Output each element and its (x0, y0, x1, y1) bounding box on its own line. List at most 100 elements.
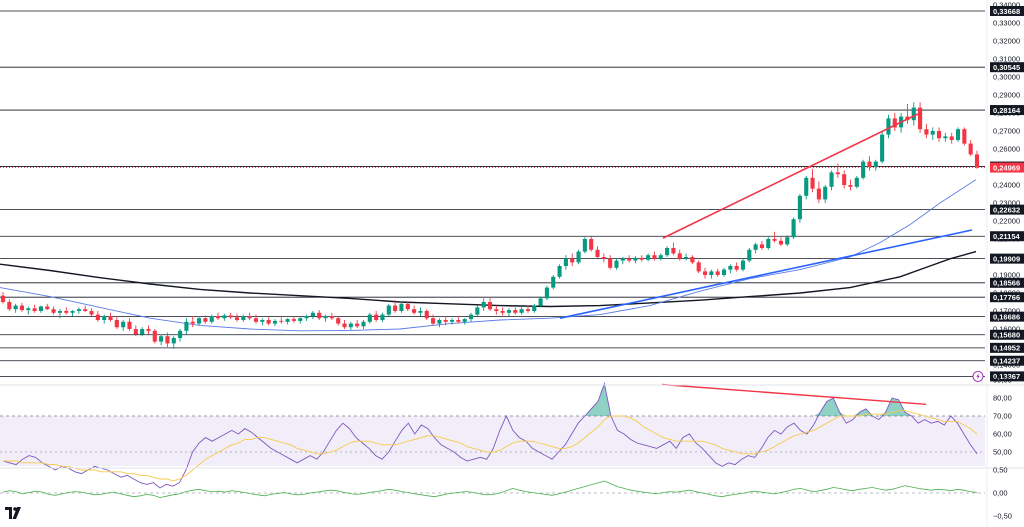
candle-body (0, 295, 6, 302)
candle-body (595, 249, 600, 257)
candle-body (247, 316, 252, 319)
candle-body (589, 239, 594, 250)
candle-body (772, 239, 777, 241)
candle-body (842, 174, 847, 185)
candle-body (374, 314, 379, 320)
candle-body (133, 329, 138, 335)
candle-body (405, 303, 410, 310)
candle-body (778, 240, 783, 245)
candle-body (304, 316, 309, 319)
candle-body (431, 318, 436, 324)
candle-body (38, 306, 44, 311)
candle-body (538, 298, 543, 306)
candle-body (766, 239, 771, 248)
candle-body (620, 258, 625, 261)
candle-body (323, 316, 328, 319)
candle-body (253, 318, 259, 322)
candle-body (437, 320, 442, 324)
candle-body (968, 143, 973, 155)
candle-body (159, 336, 164, 342)
last-price-label: 0,24969 (993, 163, 1020, 172)
candle-body (215, 316, 221, 319)
candle-body (443, 320, 448, 322)
candle-body (639, 257, 644, 260)
candle-body (146, 329, 151, 331)
candle-body (222, 315, 227, 319)
rsi-tick-label: 50,00 (993, 448, 1012, 457)
candle-body (121, 321, 126, 328)
price-tick-label: 0,24000 (993, 181, 1020, 190)
candle-body (658, 255, 663, 259)
candle-body (298, 318, 303, 321)
candle-body (804, 177, 809, 196)
price-panel[interactable] (0, 10, 985, 382)
alert-icon (972, 370, 984, 382)
candle-body (525, 309, 531, 311)
candle-body (861, 161, 866, 178)
candle-body (500, 311, 505, 313)
candle-body (51, 309, 56, 313)
candle-body (791, 219, 796, 238)
candle-body (361, 321, 366, 327)
candle-body (677, 253, 682, 259)
candle-body (646, 255, 651, 260)
candle-body (355, 323, 360, 327)
candle-body (19, 305, 25, 311)
trading-chart[interactable]: 0,340000,330000,320000,310000,300000,290… (0, 0, 1024, 527)
candle-body (494, 309, 499, 311)
candle-body (342, 323, 347, 328)
candle-body (424, 311, 429, 319)
candle-body (203, 318, 208, 322)
candle-body (880, 134, 885, 162)
oscillator-panel[interactable] (0, 480, 985, 499)
candle-body (911, 107, 916, 121)
candle-body (127, 321, 132, 329)
level-badge-label: 0,30545 (993, 63, 1020, 72)
rsi-panel[interactable] (0, 381, 985, 489)
level-badge-label: 0,21154 (993, 232, 1021, 241)
price-tick-label: 0,30000 (993, 73, 1020, 82)
candle-body (696, 262, 701, 272)
candle-body (487, 302, 493, 310)
candle-body (481, 302, 486, 308)
candle-body (418, 311, 423, 313)
candle-body (329, 316, 334, 319)
candle-body (171, 338, 176, 344)
candle-body (709, 271, 714, 275)
candle-body (102, 316, 107, 320)
rsi-tick-label: 80,00 (993, 394, 1012, 403)
candle-body (89, 311, 94, 315)
level-badge-label: 0,14237 (993, 357, 1020, 366)
candle-body (462, 319, 467, 322)
candle-body (582, 239, 587, 252)
candle-body (260, 320, 265, 322)
candle-body (519, 309, 524, 313)
candle-body (32, 308, 37, 311)
rsi-divergence-line (661, 383, 927, 405)
candle-body (848, 185, 853, 187)
candle-body (797, 195, 802, 220)
candle-body (943, 136, 948, 139)
candle-body (412, 309, 417, 313)
candle-body (936, 131, 942, 139)
candle-body (266, 320, 271, 324)
level-badge-label: 0,14952 (993, 344, 1020, 353)
candle-body (816, 188, 821, 200)
candle-body (721, 269, 727, 275)
price-tick-label: 0,32000 (993, 37, 1020, 46)
candle-body (955, 129, 961, 140)
candle-body (854, 177, 859, 187)
candle-body (962, 129, 967, 144)
rsi-band (0, 416, 985, 466)
candle-body (114, 320, 119, 328)
candle-body (886, 118, 891, 135)
candle-body (26, 308, 31, 311)
candle-body (544, 287, 549, 299)
candle-body (740, 260, 746, 270)
oscillator-tick-label: 0,50 (993, 466, 1008, 475)
candle-body (367, 314, 372, 322)
candle-body (835, 172, 840, 175)
oscillator-tick-label: 0,00 (993, 489, 1008, 498)
candle-body (684, 257, 689, 259)
candle-body (272, 320, 278, 324)
